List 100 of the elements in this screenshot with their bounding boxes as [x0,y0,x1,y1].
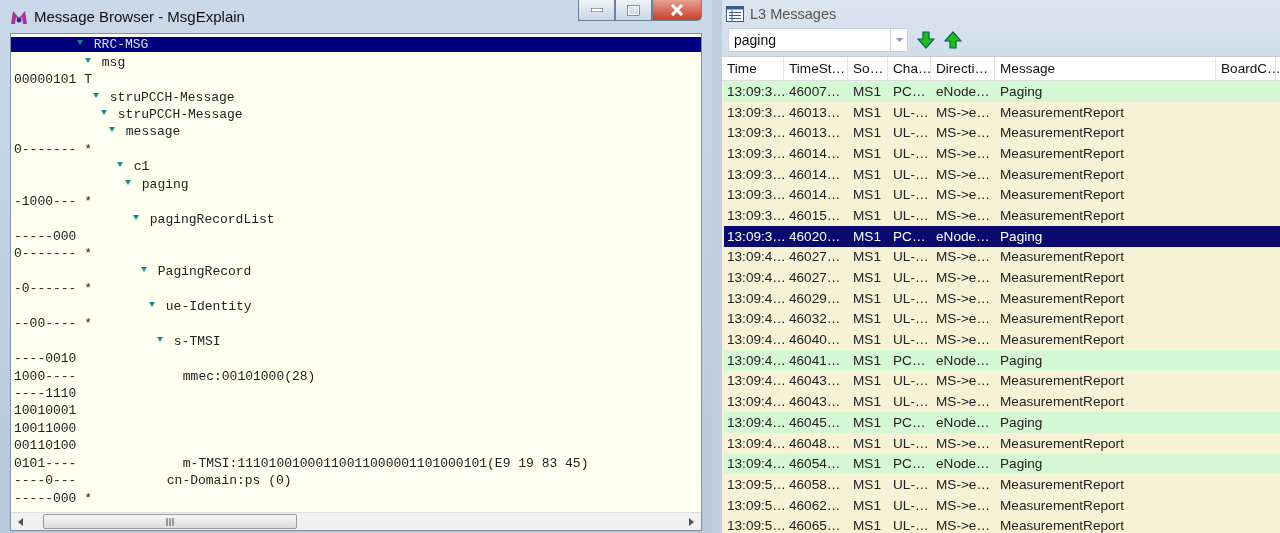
expand-arrow-icon[interactable] [77,40,83,46]
table-cell-text: 13:09:4… [726,434,786,453]
close-button[interactable] [652,0,702,21]
table-cell-text: MS1 [852,351,882,370]
expand-arrow-icon[interactable] [93,92,99,98]
expand-arrow-icon[interactable] [157,336,163,342]
column-header[interactable]: Time [722,57,784,80]
table-cell-text: MeasurementReport [999,372,1125,391]
scrollbar-thumb[interactable] [43,514,297,529]
bit-pattern: 00000101 T [13,72,92,88]
scroll-left-icon[interactable] [17,517,25,526]
table-cell-text: UL-… [892,124,930,143]
table-cell-text: PC… [892,82,927,101]
expand-arrow-icon[interactable] [125,179,131,185]
table-cell-text: MeasurementReport [999,103,1125,122]
bit-pattern: --00---- * [13,316,92,332]
table-cell-text: UL-… [892,269,930,288]
column-header[interactable]: Cha… [888,57,931,80]
minimize-icon [590,8,603,12]
table-cell-text: UL-… [892,186,930,205]
bit-pattern: 10011000 [13,420,77,436]
tree-node[interactable]: message [109,124,189,140]
tree-node[interactable]: RRC-MSG [11,37,701,53]
tree-node[interactable]: struPCCH-Message [93,89,243,105]
tree-node[interactable]: pagingRecordList [133,211,283,227]
tree-node[interactable]: struPCCH-Message [101,106,251,122]
panel-title: L3 Messages [750,5,837,22]
bit-pattern: 00110100 [13,438,77,454]
bit-pattern: -----000 * [13,490,92,506]
table-row[interactable]: 13:09:4… 46045… MS1 PC… eNode… Paging [724,412,1280,433]
table-cell-text: 13:09:5… [726,517,786,533]
table-cell-text: MS->e… [935,289,991,308]
table-cell-text: MeasurementReport [999,496,1125,515]
table-cell-text: 13:09:4… [726,310,786,329]
table-cell-text: 46062… [788,496,842,515]
table-cell-text: MeasurementReport [999,269,1125,288]
table-cell-text: MS1 [852,517,882,533]
tree-node[interactable]: s-TMSI [157,333,229,349]
expand-arrow-icon[interactable] [85,57,91,63]
table-cell-text: UL-… [892,144,930,163]
search-field[interactable]: paging [728,28,890,52]
tree-node[interactable]: msg [85,54,134,70]
table-cell-text: 46058… [788,475,842,494]
table-cell-text: 46054… [788,455,842,474]
close-icon [670,4,684,16]
table-cell-text: 46015… [788,206,842,225]
dropdown-button[interactable] [890,28,908,52]
table-cell-text: MS->e… [935,186,991,205]
bit-pattern: 0------- * [13,246,92,262]
tree-node[interactable]: ue-Identity [149,298,260,314]
table-row[interactable]: 13:09:3… 46007… MS1 PC… eNode… Paging [724,81,1280,102]
expand-arrow-icon[interactable] [141,266,147,272]
horizontal-scrollbar[interactable] [11,512,701,530]
column-header[interactable]: TimeSt… [784,57,848,80]
table-cell-text: MeasurementReport [999,289,1125,308]
up-arrow-icon[interactable] [944,31,962,49]
expand-arrow-icon[interactable] [117,162,123,168]
column-header[interactable]: Message [995,57,1216,80]
table-cell-text: MeasurementReport [999,144,1125,163]
tree-node[interactable]: mmec:00101000(28) [165,368,324,384]
table-cell-text: 46029… [788,289,842,308]
table-cell-text: 13:09:3… [726,227,786,246]
expand-arrow-icon[interactable] [109,127,115,133]
maximize-icon [627,4,640,16]
tree-node[interactable]: c1 [117,159,158,175]
table-cell-text: MeasurementReport [999,393,1125,412]
tree-node[interactable]: PagingRecord [141,263,260,279]
table-cell-text: PC… [892,351,927,370]
table-cell-text: 46027… [788,248,842,267]
table-cell-text: UL-… [892,475,930,494]
minimize-button[interactable] [578,0,615,21]
table-cell-text: MeasurementReport [999,475,1125,494]
expand-arrow-icon[interactable] [149,301,155,307]
table-cell-text: MS1 [852,206,882,225]
table-cell-text: 13:09:4… [726,455,786,474]
table-cell-text: 46043… [788,372,842,391]
table-cell-text: Paging [999,82,1044,101]
table-cell-text: Paging [999,455,1044,474]
table-cell-text: 46007… [788,82,842,101]
dropdown-icon [895,38,903,42]
tree-node[interactable]: cn-Domain:ps (0) [149,473,300,489]
maximize-button[interactable] [615,0,652,21]
down-arrow-icon[interactable] [917,31,935,49]
table-row[interactable]: 13:09:4… 46054… MS1 PC… eNode… Paging [724,453,1280,475]
tree-node[interactable]: m-TMSI:11101001000110011000001101000101(E9 19 83 45) [165,455,597,471]
tree-node[interactable]: paging [125,176,197,192]
expand-arrow-icon[interactable] [133,214,139,220]
grip-icon [165,517,175,526]
table-cell-text: 13:09:4… [726,269,786,288]
table-row[interactable]: 13:09:3… 46020… MS1 PC… eNode… Paging [724,225,1280,247]
column-header[interactable]: Directi… [931,57,995,80]
table-cell-text: 46041… [788,351,842,370]
table-row[interactable]: 13:09:4… 46041… MS1 PC… eNode… Paging [724,349,1280,371]
scroll-right-icon[interactable] [687,517,695,526]
table-cell-text: 13:09:4… [726,248,786,267]
table-cell-text: Paging [999,413,1044,432]
table-cell-text: 46045… [788,413,842,432]
table-cell-text: PC… [892,413,927,432]
expand-arrow-icon[interactable] [101,109,107,115]
column-header[interactable]: So… [848,57,888,80]
